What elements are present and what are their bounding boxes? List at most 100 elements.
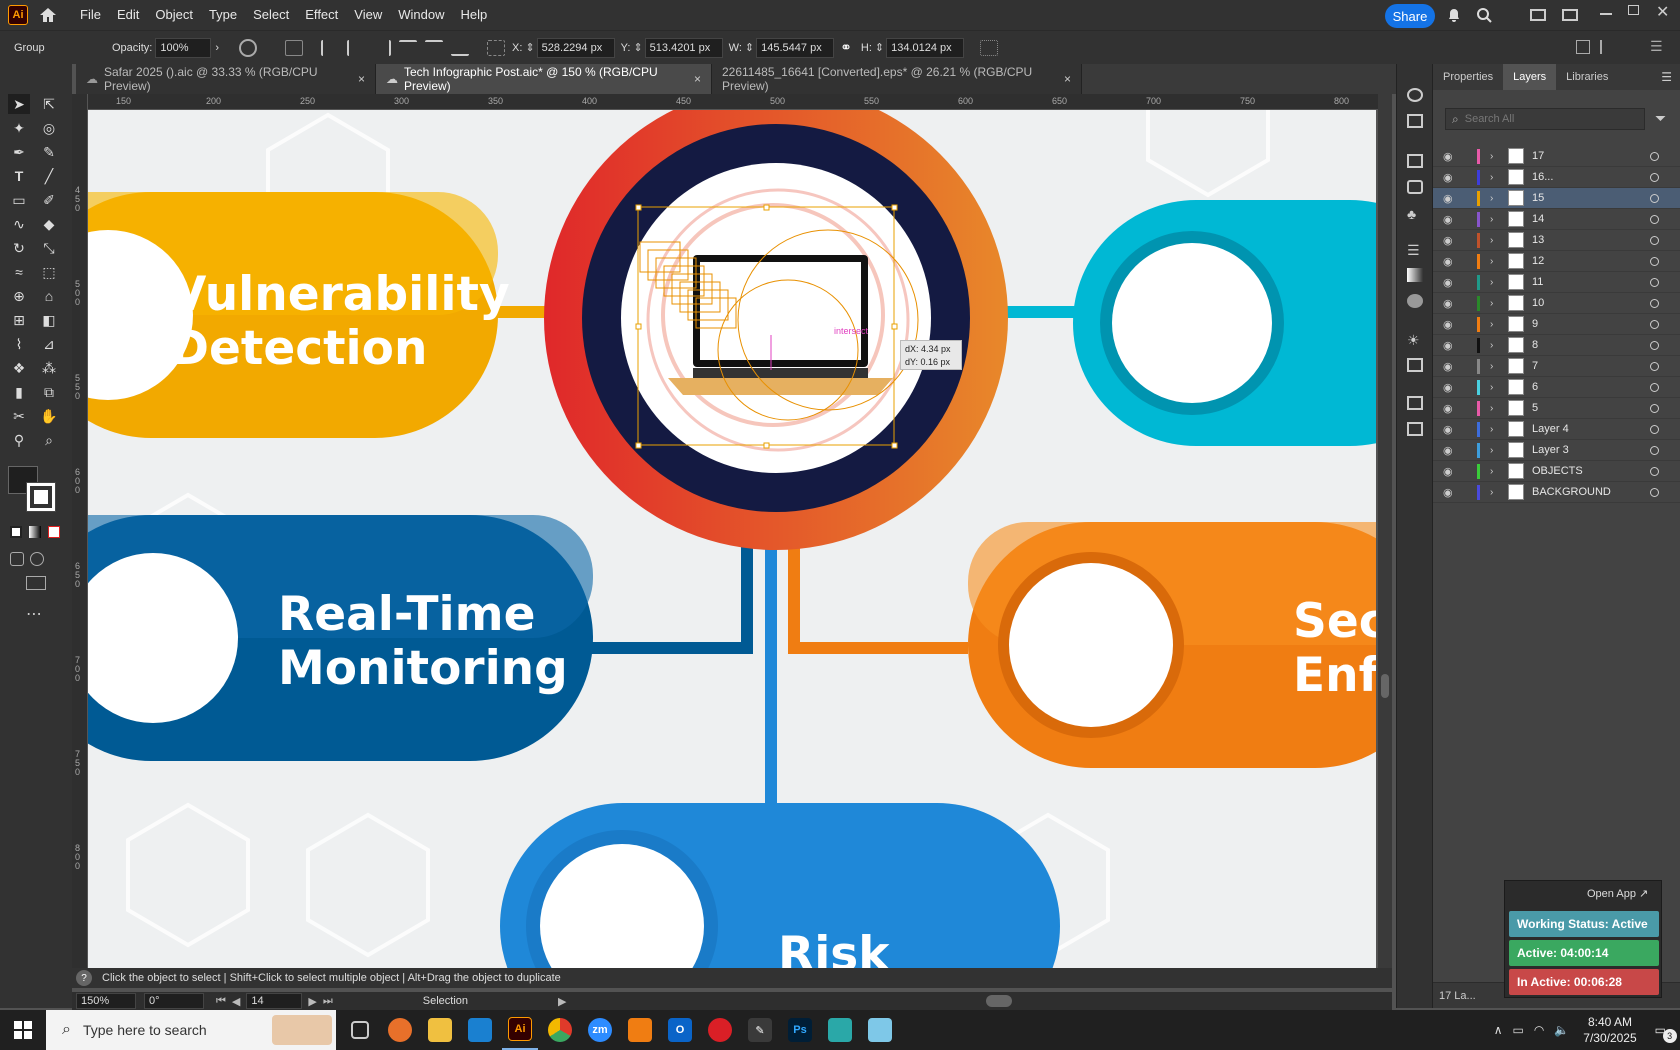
expand-chevron-icon[interactable]: › — [1490, 466, 1504, 477]
tab-safar[interactable]: ☁ Safar 2025 ().aic @ 33.33 % (RGB/CPU P… — [76, 64, 376, 94]
paintbrush-icon[interactable]: ✐ — [38, 190, 60, 210]
align-center-icon[interactable] — [347, 39, 365, 56]
layer-row[interactable]: ◉ › 12 — [1433, 251, 1680, 272]
target-icon[interactable] — [1650, 319, 1659, 329]
last-artboard-icon[interactable]: ⏭ — [323, 995, 333, 1008]
visibility-eye-icon[interactable]: ◉ — [1443, 297, 1457, 310]
artboard-tool-icon[interactable]: ⧉ — [38, 382, 60, 402]
layer-row[interactable]: ◉ › 11 — [1433, 272, 1680, 293]
photoshop-icon[interactable]: Ps — [782, 1010, 818, 1050]
open-app-link[interactable]: Open App ↗ — [1587, 887, 1648, 900]
target-icon[interactable] — [1650, 424, 1659, 434]
blend-tool-icon[interactable]: ❖ — [8, 358, 30, 378]
y-stepper-icon[interactable]: ⇕ — [633, 41, 642, 54]
visibility-eye-icon[interactable]: ◉ — [1443, 213, 1457, 226]
w-input[interactable]: 145.5447 px — [756, 37, 835, 58]
appearance-icon[interactable]: ☀ — [1407, 332, 1423, 348]
draw-normal-icon[interactable] — [10, 552, 24, 566]
creative-cloud-icon[interactable] — [702, 1010, 738, 1050]
recolor-icon[interactable] — [239, 38, 258, 57]
menu-view[interactable]: View — [346, 0, 390, 30]
chevron-up-icon[interactable]: ∧ — [1494, 1023, 1503, 1037]
zoom-select[interactable]: 150% — [76, 993, 136, 1009]
menu-edit[interactable]: Edit — [109, 0, 147, 30]
volume-icon[interactable]: 🔈 — [1554, 1023, 1569, 1037]
menu-window[interactable]: Window — [390, 0, 452, 30]
warp-tool-icon[interactable]: ≈ — [8, 262, 30, 282]
visibility-eye-icon[interactable]: ◉ — [1443, 318, 1457, 331]
expand-chevron-icon[interactable]: › — [1490, 424, 1504, 435]
notification-icon[interactable]: ▭ 3 — [1655, 1023, 1677, 1043]
target-icon[interactable] — [1650, 214, 1659, 224]
panel-menu-icon[interactable]: ☰ — [1661, 64, 1672, 90]
task-view-icon[interactable] — [342, 1010, 378, 1050]
first-artboard-icon[interactable]: ⏮ — [216, 995, 226, 1008]
stroke-swatch[interactable] — [30, 486, 52, 508]
layer-row[interactable]: ◉ › 14 — [1433, 209, 1680, 230]
tab-tech-infographic[interactable]: ☁ Tech Infographic Post.aic* @ 150 % (RG… — [376, 64, 712, 94]
swatches-icon[interactable] — [1407, 154, 1423, 168]
mesh-tool-icon[interactable]: ⊞ — [8, 310, 30, 330]
none-mode-icon[interactable] — [48, 526, 60, 538]
search-icon[interactable] — [1476, 7, 1492, 23]
target-icon[interactable] — [1650, 382, 1659, 392]
taskbar-search[interactable]: ⌕ Type here to search — [46, 1010, 336, 1050]
zoom-tool-icon[interactable]: ⌕ — [38, 430, 60, 450]
free-transform-icon[interactable]: ⬚ — [38, 262, 60, 282]
brushes-icon[interactable] — [1407, 180, 1423, 194]
expand-chevron-icon[interactable]: › — [1490, 298, 1504, 309]
color-panel-icon[interactable] — [1407, 88, 1423, 102]
target-icon[interactable] — [1650, 403, 1659, 413]
target-icon[interactable] — [1650, 172, 1659, 182]
firefox-icon[interactable] — [382, 1010, 418, 1050]
tab-layers[interactable]: Layers — [1503, 64, 1557, 90]
gradient-tool-icon[interactable]: ◧ — [38, 310, 60, 330]
menu-select[interactable]: Select — [245, 0, 297, 30]
layer-row[interactable]: ◉ › 6 — [1433, 377, 1680, 398]
rotation-select[interactable]: 0° — [144, 993, 204, 1009]
w-stepper-icon[interactable]: ⇕ — [745, 41, 754, 54]
expand-chevron-icon[interactable]: › — [1490, 193, 1504, 204]
artboard-input[interactable]: 14 — [246, 993, 303, 1009]
clock[interactable]: 8:40 AM 7/30/2025 — [1583, 1014, 1636, 1046]
magic-wand-icon[interactable]: ✦ — [8, 118, 30, 138]
layer-row[interactable]: ◉ › 15 — [1433, 188, 1680, 209]
menu-help[interactable]: Help — [452, 0, 495, 30]
stroke-panel-icon[interactable]: ☰ — [1407, 242, 1423, 258]
expand-chevron-icon[interactable]: › — [1490, 445, 1504, 456]
expand-chevron-icon[interactable]: › — [1490, 382, 1504, 393]
target-icon[interactable] — [1650, 277, 1659, 287]
xampp-icon[interactable] — [622, 1010, 658, 1050]
menu-effect[interactable]: Effect — [297, 0, 346, 30]
transform-reference-icon[interactable] — [487, 39, 506, 56]
layer-row[interactable]: ◉ › OBJECTS — [1433, 461, 1680, 482]
target-icon[interactable] — [1650, 193, 1659, 203]
expand-chevron-icon[interactable]: › — [1490, 487, 1504, 498]
type-tool-icon[interactable]: T — [8, 166, 30, 186]
menu-icon[interactable]: ☰ — [1650, 38, 1663, 55]
minimize-icon[interactable] — [1600, 13, 1612, 15]
file-explorer-icon[interactable] — [422, 1010, 458, 1050]
panel-options-icon[interactable] — [1600, 40, 1616, 54]
target-icon[interactable] — [1650, 340, 1659, 350]
export-icon[interactable] — [1407, 396, 1423, 410]
next-artboard-icon[interactable]: ▶ — [308, 995, 316, 1008]
expand-chevron-icon[interactable]: › — [1490, 361, 1504, 372]
direct-selection-tool-icon[interactable]: ⇱ — [38, 94, 60, 114]
scroll-thumb[interactable] — [1381, 674, 1389, 698]
slice-tool-icon[interactable]: ✂ — [8, 406, 30, 426]
symbol-sprayer-icon[interactable]: ⁂ — [38, 358, 60, 378]
tab-properties[interactable]: Properties — [1433, 64, 1503, 90]
line-tool-icon[interactable]: ╱ — [38, 166, 60, 186]
target-icon[interactable] — [1650, 151, 1659, 161]
shape-builder-icon[interactable]: ⊕ — [8, 286, 30, 306]
layer-row[interactable]: ◉ › 7 — [1433, 356, 1680, 377]
eraser-icon[interactable]: ◆ — [38, 214, 60, 234]
align-to-icon[interactable] — [285, 39, 304, 56]
expand-chevron-icon[interactable]: › — [1490, 340, 1504, 351]
layer-row[interactable]: ◉ › 9 — [1433, 314, 1680, 335]
filter-icon[interactable]: ⏷ — [1655, 110, 1666, 127]
target-icon[interactable] — [1650, 361, 1659, 371]
close-tab-icon[interactable]: × — [358, 72, 365, 86]
visibility-eye-icon[interactable]: ◉ — [1443, 255, 1457, 268]
